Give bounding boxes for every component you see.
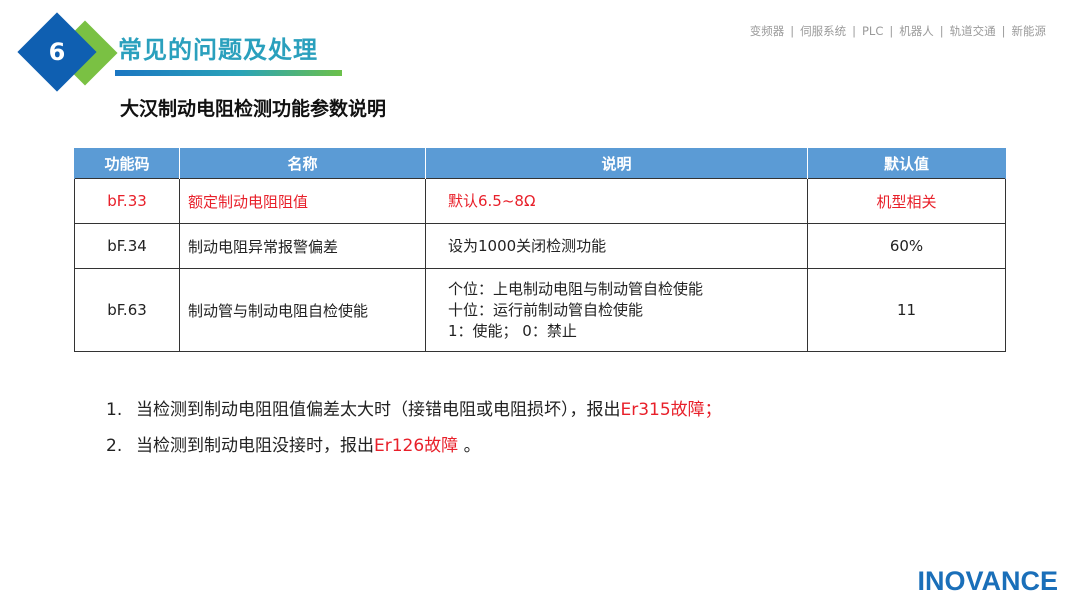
note-highlight: Er126故障 [374, 436, 459, 456]
nav-separator: | [790, 24, 795, 38]
desc-line: 1：使能； 0：禁止 [448, 321, 577, 340]
cell-code: bF.63 [74, 268, 180, 352]
cell-desc: 设为1000关闭检测功能 [425, 223, 808, 269]
header-desc: 说明 [425, 148, 808, 179]
cell-desc: 默认6.5~8Ω [425, 178, 808, 224]
note-text: 当检测到制动电阻阻值偏差太大时（接错电阻或电阻损坏），报出 [136, 400, 621, 420]
notes-list: 1. 当检测到制动电阻阻值偏差太大时（接错电阻或电阻损坏），报出Er315故障； … [106, 396, 722, 468]
table-row: bF.33 额定制动电阻阻值 默认6.5~8Ω 机型相关 [74, 178, 1006, 224]
desc-line: 默认6.5~8Ω [448, 191, 536, 210]
note-item: 2. 当检测到制动电阻没接时，报出Er126故障 。 [106, 432, 722, 468]
cell-default: 机型相关 [807, 178, 1006, 224]
nav-item: 机器人 [899, 24, 934, 38]
nav-separator: | [852, 24, 856, 38]
cell-name: 制动管与制动电阻自检使能 [179, 268, 426, 352]
section-title: 常见的问题及处理 [118, 36, 318, 64]
nav-separator: | [939, 24, 944, 38]
section-badge: 6 [10, 12, 118, 92]
cell-name: 额定制动电阻阻值 [179, 178, 426, 224]
nav-item: 变频器 [749, 24, 785, 38]
title-underline [115, 70, 342, 76]
cell-default: 60% [807, 223, 1006, 269]
desc-line: 个位：上电制动电阻与制动管自检使能 [448, 279, 704, 298]
cell-desc: 个位：上电制动电阻与制动管自检使能 十位：运行前制动管自检使能 1：使能； 0：… [425, 268, 808, 352]
nav-item: PLC [862, 24, 884, 38]
nav-item: 新能源 [1011, 24, 1047, 38]
desc-line: 设为1000关闭检测功能 [448, 236, 607, 255]
note-highlight: Er315故障； [620, 400, 722, 420]
parameter-table: 功能码 名称 说明 默认值 bF.33 额定制动电阻阻值 默认6.5~8Ω 机型… [74, 148, 1006, 352]
note-text: 当检测到制动电阻没接时，报出 [136, 436, 374, 456]
header-name: 名称 [179, 148, 426, 179]
header-default: 默认值 [807, 148, 1006, 179]
nav-separator: | [1001, 24, 1006, 38]
nav-item: 伺服系统 [800, 24, 847, 38]
cell-code: bF.34 [74, 223, 180, 269]
note-item: 1. 当检测到制动电阻阻值偏差太大时（接错电阻或电阻损坏），报出Er315故障； [106, 396, 722, 432]
cell-code: bF.33 [74, 178, 180, 224]
page-subtitle: 大汉制动电阻检测功能参数说明 [120, 98, 387, 120]
section-number: 6 [48, 38, 66, 66]
header-code: 功能码 [74, 148, 180, 179]
inovance-logo: INOVANCE [917, 566, 1058, 596]
table-row: bF.63 制动管与制动电阻自检使能 个位：上电制动电阻与制动管自检使能 十位：… [74, 268, 1006, 352]
note-number: 2. [106, 436, 123, 456]
cell-default: 11 [807, 268, 1006, 352]
note-number: 1. [106, 400, 123, 420]
cell-name: 制动电阻异常报警偏差 [179, 223, 426, 269]
note-tail: 。 [458, 436, 481, 456]
desc-line: 十位：运行前制动管自检使能 [448, 300, 644, 319]
nav-item: 轨道交通 [949, 24, 996, 38]
table-row: bF.34 制动电阻异常报警偏差 设为1000关闭检测功能 60% [74, 223, 1006, 269]
table-header-row: 功能码 名称 说明 默认值 [74, 148, 1006, 179]
top-nav: 变频器 | 伺服系统 | PLC | 机器人 | 轨道交通 | 新能源 [750, 23, 1046, 39]
nav-separator: | [889, 24, 894, 38]
